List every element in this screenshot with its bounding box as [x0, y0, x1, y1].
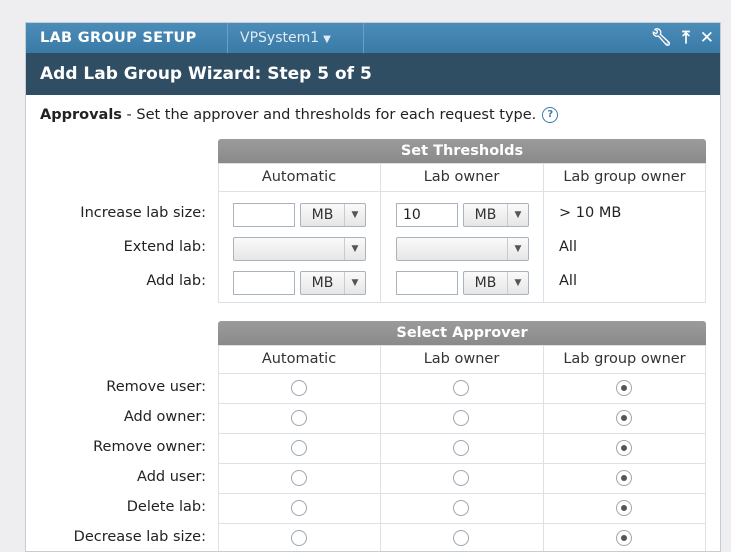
approvals-text: - Set the approver and thresholds for ea…: [121, 107, 537, 123]
extend-owner-select[interactable]: ▼: [396, 237, 529, 261]
approver-row-label: Add owner:: [123, 409, 206, 425]
chevron-down-icon: ▼: [344, 272, 365, 294]
unit-value: MB: [474, 207, 497, 223]
chevron-down-icon: ▼: [344, 238, 365, 260]
extend-group-value: All: [559, 239, 577, 255]
approver-title: Select Approver: [218, 321, 706, 345]
approver-col-lab-owner: Lab owner: [423, 351, 500, 367]
help-icon[interactable]: ?: [542, 107, 559, 123]
approver-radio[interactable]: [616, 470, 632, 486]
approver-col-lab-group-owner: Lab group owner: [563, 351, 686, 367]
approver-radio[interactable]: [453, 380, 469, 396]
chevron-down-icon: ▼: [344, 204, 365, 226]
wrench-icon[interactable]: 🔧︎: [651, 23, 673, 53]
lab-group-setup-panel: LAB GROUP SETUP VPSystem1 ▼ 🔧︎ ⤒ ✕ Add La…: [25, 22, 721, 552]
increase-owner-input[interactable]: 10: [396, 203, 458, 227]
addlab-auto-input[interactable]: [233, 271, 295, 295]
caret-down-icon: ▼: [323, 34, 331, 45]
approver-radio[interactable]: [291, 410, 307, 426]
row-label-add-lab: Add lab:: [146, 273, 206, 289]
approvals-description: Approvals - Set the approver and thresho…: [40, 107, 559, 123]
approver-row-label: Add user:: [137, 469, 206, 485]
system-dropdown[interactable]: VPSystem1 ▼: [228, 23, 364, 53]
addlab-auto-unit-select[interactable]: MB ▼: [300, 271, 366, 295]
approver-row-label: Decrease lab size:: [73, 529, 206, 545]
threshold-col-lab-group-owner: Lab group owner: [563, 169, 686, 185]
approver-row-label: Remove owner:: [93, 439, 206, 455]
approver-radio[interactable]: [616, 410, 632, 426]
unit-value: MB: [474, 275, 497, 291]
increase-auto-input[interactable]: [233, 203, 295, 227]
close-icon[interactable]: ✕: [700, 23, 714, 53]
tab-lab-group-setup[interactable]: LAB GROUP SETUP: [26, 23, 228, 53]
approver-radio[interactable]: [616, 380, 632, 396]
approver-radio[interactable]: [453, 470, 469, 486]
approver-section: Select Approver Automatic Lab owner Lab …: [26, 321, 720, 551]
row-label-increase-lab-size: Increase lab size:: [80, 205, 206, 221]
extend-auto-select[interactable]: ▼: [233, 237, 366, 261]
approver-radio[interactable]: [291, 380, 307, 396]
unit-value: MB: [311, 207, 334, 223]
approver-radio[interactable]: [453, 500, 469, 516]
increase-group-value: > 10 MB: [559, 205, 622, 221]
approver-radio[interactable]: [291, 500, 307, 516]
row-label-extend-lab: Extend lab:: [123, 239, 206, 255]
approver-radio[interactable]: [291, 470, 307, 486]
system-name: VPSystem1: [240, 30, 320, 46]
increase-owner-unit-select[interactable]: MB ▼: [463, 203, 529, 227]
approver-radio[interactable]: [616, 440, 632, 456]
chevron-down-icon: ▼: [507, 204, 528, 226]
approver-radio[interactable]: [291, 440, 307, 456]
threshold-col-lab-owner: Lab owner: [423, 169, 500, 185]
approver-col-automatic: Automatic: [261, 351, 337, 367]
addlab-owner-input[interactable]: [396, 271, 458, 295]
approver-row-label: Delete lab:: [126, 499, 206, 515]
approver-radio[interactable]: [453, 440, 469, 456]
approver-radio[interactable]: [616, 500, 632, 516]
increase-auto-unit-select[interactable]: MB ▼: [300, 203, 366, 227]
pin-top-icon[interactable]: ⤒: [682, 23, 690, 53]
thresholds-section: Set Thresholds Automatic Lab owner Lab g…: [26, 139, 720, 309]
chevron-down-icon: ▼: [507, 238, 528, 260]
thresholds-title: Set Thresholds: [218, 139, 706, 163]
tab-bar: LAB GROUP SETUP VPSystem1 ▼ 🔧︎ ⤒ ✕: [26, 23, 720, 53]
approver-row-label: Remove user:: [106, 379, 206, 395]
addlab-group-value: All: [559, 273, 577, 289]
approvals-label: Approvals: [40, 107, 122, 123]
addlab-owner-unit-select[interactable]: MB ▼: [463, 271, 529, 295]
threshold-col-automatic: Automatic: [261, 169, 337, 185]
approver-radio[interactable]: [453, 410, 469, 426]
wizard-title: Add Lab Group Wizard: Step 5 of 5: [26, 53, 720, 95]
window-controls: 🔧︎ ⤒ ✕: [651, 23, 714, 53]
chevron-down-icon: ▼: [507, 272, 528, 294]
unit-value: MB: [311, 275, 334, 291]
